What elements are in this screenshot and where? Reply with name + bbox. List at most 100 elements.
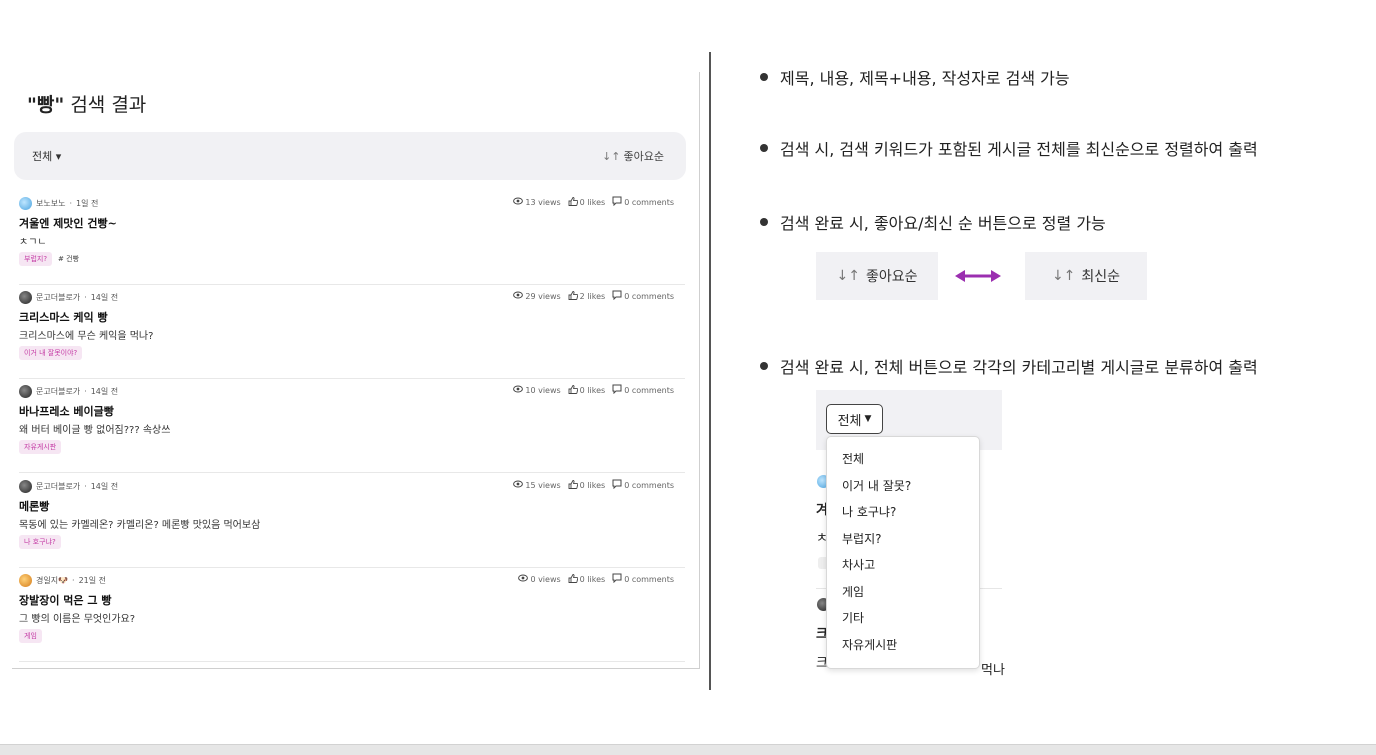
eye-icon	[513, 480, 524, 490]
post-tags: 이거 내 잘못이야?	[19, 346, 83, 360]
post-time: 21일 전	[78, 576, 107, 585]
avatar	[19, 385, 32, 398]
view-count: 29 views	[525, 291, 561, 301]
thumbs-up-icon	[568, 384, 578, 396]
avatar	[19, 291, 32, 304]
dropdown-item-game[interactable]: 게임	[827, 579, 979, 606]
feature-bullet-1: 제목, 내용, 제목+내용, 작성자로 검색 가능	[760, 65, 1070, 89]
view-count: 10 views	[525, 385, 561, 395]
feature-bullet-2: 검색 시, 검색 키워드가 포함된 게시글 전체를 최신순으로 정렬하여 출력	[760, 136, 1258, 160]
category-tag[interactable]: 부럽지?	[19, 252, 53, 266]
post-stats: 15 views 0 likes 0 comments	[513, 479, 674, 491]
sort-arrows-icon: ↓↑	[1051, 268, 1076, 284]
caret-down-icon: ▾	[55, 150, 62, 163]
comment-icon	[612, 290, 622, 302]
feature-bullet-4: 검색 완료 시, 전체 버튼으로 각각의 카테고리별 게시글로 분류하여 출력	[760, 354, 1258, 378]
post-stats: 29 views 2 likes 0 comments	[513, 290, 674, 302]
post-meta: 문고더블로가 · 14일 전	[19, 480, 118, 493]
post-author[interactable]: 보노보노	[36, 198, 65, 209]
post-title[interactable]: 장발장이 먹은 그 빵	[19, 592, 111, 608]
category-tag[interactable]: 자유게시판	[19, 440, 62, 454]
thumbs-up-icon	[568, 479, 578, 491]
search-results-title: "빵" 검색 결과	[27, 94, 147, 116]
comment-count: 0 comments	[624, 480, 674, 490]
sort-arrows-icon: ↓↑	[836, 268, 860, 284]
dropdown-item-my-fault[interactable]: 이거 내 잘못?	[827, 473, 979, 500]
dropdown-item-etc[interactable]: 기타	[827, 605, 979, 632]
caret-down-icon: ▼	[864, 414, 872, 424]
post-title[interactable]: 메론빵	[19, 498, 49, 514]
post-time: 14일 전	[90, 293, 119, 302]
comment-icon	[612, 479, 622, 491]
post-list-item[interactable]: 보노보노 · 1일 전 13 views 0 likes 0 comments 겨울엔 제맛…	[19, 191, 685, 285]
feature-bullet-3: 검색 완료 시, 좋아요/최신 순 버튼으로 정렬 가능	[760, 210, 1106, 234]
comment-count: 0 comments	[624, 574, 674, 584]
post-tags: 부럽지? # 건빵	[19, 252, 79, 266]
view-count: 0 views	[530, 574, 561, 584]
category-dropdown-button[interactable]: 전체 ▼	[826, 404, 883, 434]
post-tags: 나 호구냐?	[19, 535, 61, 549]
thumbs-up-icon	[568, 290, 578, 302]
like-count: 0 likes	[579, 574, 606, 584]
sort-like-button[interactable]: ↓↑ 좋아요순	[602, 148, 664, 164]
like-count: 2 likes	[579, 291, 606, 301]
like-count: 0 likes	[579, 480, 606, 490]
comment-icon	[612, 573, 622, 585]
thumbs-up-icon	[568, 196, 578, 208]
post-meta: 경일지🐶 · 21일 전	[19, 574, 106, 587]
bottom-bar	[0, 744, 1376, 755]
post-list-item[interactable]: 문고더블로가 · 14일 전 15 views 0 likes 0 comments 메론빵…	[19, 474, 685, 568]
dropdown-item-all[interactable]: 전체	[827, 446, 979, 473]
post-stats: 13 views 0 likes 0 comments	[513, 196, 674, 208]
dropdown-item-car[interactable]: 차사고	[827, 552, 979, 579]
post-body: ㅊㄱㄴ	[19, 237, 47, 248]
filter-bar: 전체 ▾ ↓↑ 좋아요순	[14, 132, 686, 180]
avatar	[19, 480, 32, 493]
post-meta: 보노보노 · 1일 전	[19, 197, 98, 210]
post-title[interactable]: 크리스마스 케익 빵	[19, 309, 108, 325]
post-title[interactable]: 겨울엔 제맛인 건빵~	[19, 215, 117, 231]
post-body: 왜 버터 베이글 빵 없어짐??? 속상쓰	[19, 425, 171, 436]
post-list-item[interactable]: 경일지🐶 · 21일 전 0 views 0 likes 0 comments 장발장이 먹…	[19, 568, 685, 662]
post-stats: 0 views 0 likes 0 comments	[518, 573, 674, 585]
post-title[interactable]: 바나프레소 베이글빵	[19, 403, 114, 419]
dropdown-item-free-board[interactable]: 자유게시판	[827, 632, 979, 659]
comment-icon	[612, 384, 622, 396]
hashtag[interactable]: # 건빵	[58, 254, 79, 264]
post-list-item[interactable]: 문고더블로가 · 14일 전 10 views 0 likes 0 comments 바나프…	[19, 379, 685, 473]
post-author[interactable]: 문고더블로가	[36, 292, 80, 303]
comment-count: 0 comments	[624, 197, 674, 207]
post-author[interactable]: 경일지🐶	[36, 575, 68, 586]
post-author[interactable]: 문고더블로가	[36, 386, 80, 397]
section-divider	[709, 52, 711, 690]
background-post-body-end: 먹나	[981, 663, 1005, 678]
comment-count: 0 comments	[624, 291, 674, 301]
category-dropdown-menu: 전체 이거 내 잘못? 나 호구냐? 부럽지? 차사고 게임 기타 자유게시판	[826, 436, 980, 669]
sort-new-button-demo[interactable]: ↓↑ 최신순	[1025, 252, 1147, 300]
post-meta: 문고더블로가 · 14일 전	[19, 385, 118, 398]
post-tags: 자유게시판	[19, 440, 62, 454]
thumbs-up-icon	[568, 573, 578, 585]
dropdown-item-jealous[interactable]: 부럽지?	[827, 526, 979, 553]
post-meta: 문고더블로가 · 14일 전	[19, 291, 118, 304]
post-stats: 10 views 0 likes 0 comments	[513, 384, 674, 396]
category-filter-button[interactable]: 전체 ▾	[32, 148, 61, 164]
view-count: 13 views	[525, 197, 561, 207]
post-author[interactable]: 문고더블로가	[36, 481, 80, 492]
post-time: 14일 전	[90, 482, 119, 491]
like-count: 0 likes	[579, 385, 606, 395]
eye-icon	[513, 385, 524, 395]
eye-icon	[513, 197, 524, 207]
post-time: 1일 전	[76, 199, 99, 208]
dropdown-item-sucker[interactable]: 나 호구냐?	[827, 499, 979, 526]
double-arrow-icon	[955, 270, 1001, 282]
post-list-item[interactable]: 문고더블로가 · 14일 전 29 views 2 likes 0 comments 크리스…	[19, 285, 685, 379]
post-body: 목동에 있는 카멜레온? 카멜리온? 메론빵 맛있음 먹어보삼	[19, 520, 261, 531]
sort-like-button-demo[interactable]: ↓↑ 좋아요순	[816, 252, 938, 300]
category-tag[interactable]: 게임	[19, 629, 42, 643]
eye-icon	[513, 291, 524, 301]
post-body: 그 빵의 이름은 무엇인가요?	[19, 614, 136, 625]
category-tag[interactable]: 이거 내 잘못이야?	[19, 346, 83, 360]
comment-icon	[612, 196, 622, 208]
category-tag[interactable]: 나 호구냐?	[19, 535, 61, 549]
